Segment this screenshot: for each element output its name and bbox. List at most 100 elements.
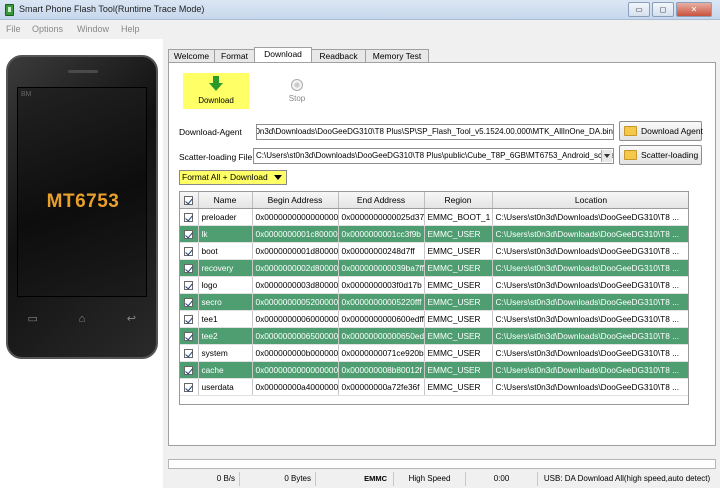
cell-name: cache bbox=[198, 361, 253, 379]
phone-speaker bbox=[68, 70, 98, 73]
phone-keys: ▭ ⌂ ↩ bbox=[8, 311, 156, 327]
cell-name: logo bbox=[198, 276, 253, 294]
cell-location: C:\Users\st0n3d\Downloads\DooGeeDG310\T8… bbox=[492, 208, 688, 226]
row-checkbox[interactable] bbox=[180, 310, 199, 328]
cell-end-address: 0x000000008b80012f bbox=[338, 361, 425, 379]
status-bar: 0 B/s 0 Bytes EMMC High Speed 0:00 USB: … bbox=[168, 470, 720, 488]
download-agent-input[interactable]: 0n3d\Downloads\DooGeeDG310\T8 Plus\SP\SP… bbox=[256, 124, 614, 140]
cell-location: C:\Users\st0n3d\Downloads\DooGeeDG310\T8… bbox=[492, 276, 688, 294]
status-storage: EMMC bbox=[316, 472, 394, 486]
cell-region: EMMC_USER bbox=[424, 327, 493, 345]
status-bytes: 0 Bytes bbox=[240, 472, 316, 486]
tab-format[interactable]: Format bbox=[214, 49, 255, 63]
tab-download[interactable]: Download bbox=[254, 47, 312, 63]
download-agent-button[interactable]: Download Agent bbox=[619, 121, 703, 141]
row-checkbox[interactable] bbox=[180, 225, 199, 243]
checkbox-icon bbox=[184, 297, 194, 307]
table-row[interactable]: preloader 0x0000000000000000 0x00000000000… bbox=[180, 208, 688, 226]
download-button[interactable]: Download bbox=[183, 73, 249, 109]
row-checkbox[interactable] bbox=[180, 378, 199, 396]
phone-screen: BM MT6753 bbox=[17, 87, 147, 297]
cell-end-address: 0x00000000005220fff bbox=[338, 293, 425, 311]
cell-region: EMMC_USER bbox=[424, 344, 493, 362]
progress-bar bbox=[168, 459, 716, 469]
close-button[interactable]: ✕ bbox=[676, 2, 712, 17]
cell-location: C:\Users\st0n3d\Downloads\DooGeeDG310\T8… bbox=[492, 259, 688, 277]
row-checkbox[interactable] bbox=[180, 208, 199, 226]
cell-end-address: 0x0000000001cc3f9b bbox=[338, 225, 425, 243]
row-checkbox[interactable] bbox=[180, 361, 199, 379]
cell-begin-address: 0x0000000006500000 bbox=[252, 327, 339, 345]
stop-icon bbox=[291, 79, 303, 91]
table-row[interactable]: lk 0x0000000001c80000 0x0000000001cc3f9b EM… bbox=[180, 225, 688, 243]
menu-window[interactable]: Window bbox=[77, 24, 109, 34]
cell-location: C:\Users\st0n3d\Downloads\DooGeeDG310\T8… bbox=[492, 293, 688, 311]
cell-begin-address: 0x0000000005200000 bbox=[252, 293, 339, 311]
tab-readback[interactable]: Readback bbox=[311, 49, 366, 63]
select-all-checkbox[interactable] bbox=[180, 192, 199, 209]
download-mode-select[interactable]: Format All + Download bbox=[179, 170, 287, 185]
cell-begin-address: 0x0000000006000000 bbox=[252, 310, 339, 328]
checkbox-icon bbox=[184, 365, 194, 375]
cell-end-address: 0x0000000003f0d17b bbox=[338, 276, 425, 294]
table-row[interactable]: boot 0x0000000001d80000 0x00000000248d7ff E… bbox=[180, 242, 688, 260]
menu-bar: File Options Window Help bbox=[0, 20, 720, 39]
table-row[interactable]: logo 0x0000000003d80000 0x0000000003f0d17b… bbox=[180, 276, 688, 294]
table-row[interactable]: secro 0x0000000005200000 0x00000000005220f… bbox=[180, 293, 688, 311]
status-speed: 0 B/s bbox=[168, 472, 240, 486]
column-location[interactable]: Location bbox=[492, 192, 688, 209]
row-checkbox[interactable] bbox=[180, 259, 199, 277]
column-end-address[interactable]: End Address bbox=[338, 192, 425, 209]
menu-file[interactable]: File bbox=[6, 24, 21, 34]
home-key-icon: ⌂ bbox=[78, 313, 86, 325]
phone-image: BM MT6753 ▭ ⌂ ↩ bbox=[6, 55, 158, 359]
cell-begin-address: 0x000000000b000000 bbox=[252, 344, 339, 362]
scatter-loading-input[interactable]: C:\Users\st0n3d\Downloads\DooGeeDG310\T8… bbox=[253, 148, 614, 164]
row-checkbox[interactable] bbox=[180, 242, 199, 260]
tab-memory-test[interactable]: Memory Test bbox=[365, 49, 429, 63]
table-row[interactable]: tee2 0x0000000006500000 0x00000000000650ed… bbox=[180, 327, 688, 345]
table-row[interactable]: userdata 0x00000000a4000000 0x00000000a72f… bbox=[180, 378, 688, 396]
folder-icon bbox=[624, 126, 637, 136]
menu-options[interactable]: Options bbox=[32, 24, 63, 34]
table-row[interactable]: recovery 0x0000000002d80000 0x000000000039… bbox=[180, 259, 688, 277]
column-begin-address[interactable]: Begin Address bbox=[252, 192, 339, 209]
minimize-button[interactable]: ▭ bbox=[628, 2, 650, 17]
checkbox-icon bbox=[184, 331, 194, 341]
phone-corner-label: BM bbox=[21, 91, 32, 98]
phone-panel: BM MT6753 ▭ ⌂ ↩ bbox=[0, 39, 163, 488]
checkbox-icon bbox=[184, 229, 194, 239]
download-label: Download bbox=[198, 96, 234, 105]
cell-end-address: 0x00000000248d7ff bbox=[338, 242, 425, 260]
maximize-button[interactable]: ◻ bbox=[652, 2, 674, 17]
chevron-down-icon[interactable] bbox=[601, 150, 612, 162]
table-row[interactable]: cache 0x00000000000000000 0x000000008b8001… bbox=[180, 361, 688, 379]
row-checkbox[interactable] bbox=[180, 276, 199, 294]
checkbox-icon bbox=[184, 195, 194, 205]
column-name[interactable]: Name bbox=[198, 192, 253, 209]
cell-name: lk bbox=[198, 225, 253, 243]
checkbox-icon bbox=[184, 246, 194, 256]
download-mode-value: Format All + Download bbox=[182, 172, 268, 182]
scatter-loading-button[interactable]: Scatter-loading bbox=[619, 145, 702, 165]
download-arrow-icon bbox=[209, 76, 223, 91]
cell-begin-address: 0x0000000001d80000 bbox=[252, 242, 339, 260]
table-row[interactable]: tee1 0x0000000006000000 0x0000000000600edf… bbox=[180, 310, 688, 328]
table-header-row: Name Begin Address End Address Region Lo… bbox=[180, 192, 688, 209]
row-checkbox[interactable] bbox=[180, 344, 199, 362]
row-checkbox[interactable] bbox=[180, 293, 199, 311]
cell-name: recovery bbox=[198, 259, 253, 277]
column-region[interactable]: Region bbox=[424, 192, 493, 209]
cell-region: EMMC_USER bbox=[424, 276, 493, 294]
cell-name: system bbox=[198, 344, 253, 362]
tab-welcome[interactable]: Welcome bbox=[168, 49, 215, 63]
scatter-loading-path: C:\Users\st0n3d\Downloads\DooGeeDG310\T8… bbox=[256, 151, 614, 160]
table-row[interactable]: system 0x000000000b000000 0x0000000071ce92… bbox=[180, 344, 688, 362]
checkbox-icon bbox=[184, 382, 194, 392]
cell-begin-address: 0x00000000000000000 bbox=[252, 361, 339, 379]
cell-name: userdata bbox=[198, 378, 253, 396]
row-checkbox[interactable] bbox=[180, 327, 199, 345]
status-mode: High Speed bbox=[394, 472, 466, 486]
cell-region: EMMC_BOOT_1 bbox=[424, 208, 493, 226]
menu-help[interactable]: Help bbox=[121, 24, 140, 34]
